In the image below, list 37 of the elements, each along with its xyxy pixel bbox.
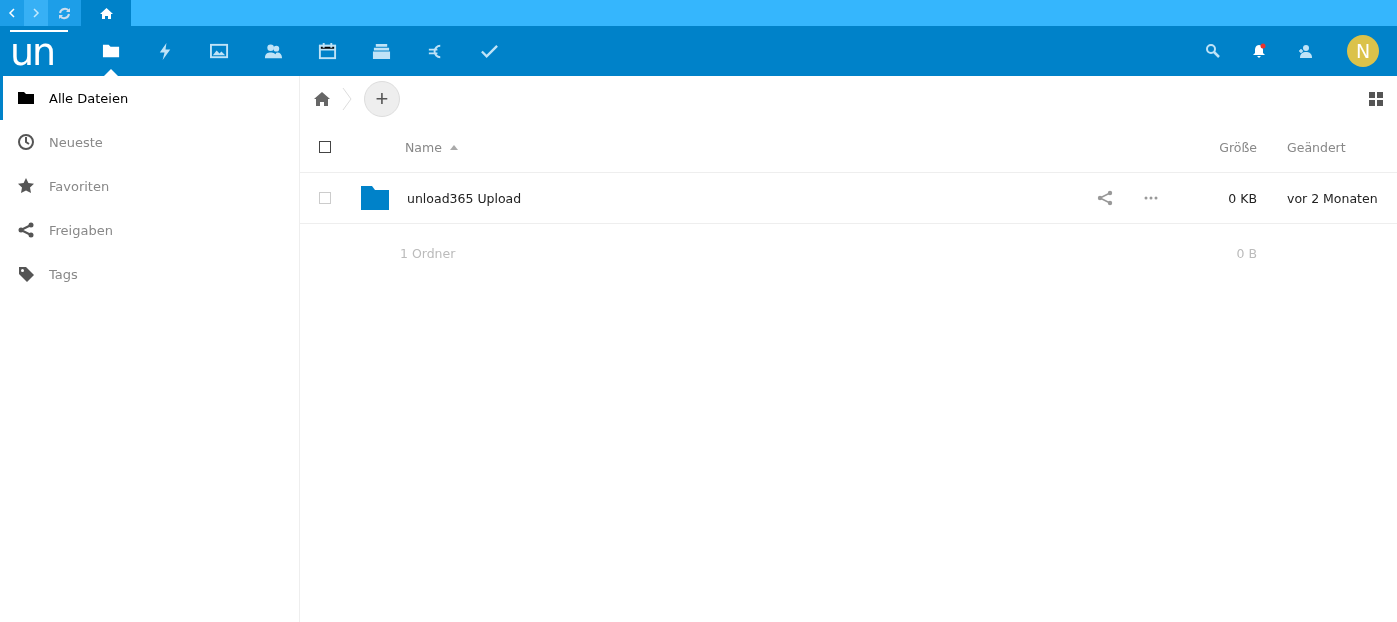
home-icon: [99, 7, 113, 19]
home-icon[interactable]: [314, 91, 330, 107]
bell-icon[interactable]: [1251, 43, 1267, 59]
back-button[interactable]: [0, 0, 24, 26]
chevron-right-icon: [32, 8, 40, 18]
sidebar-item[interactable]: Favoriten: [0, 164, 299, 208]
star-icon: [17, 177, 35, 195]
clock-icon: [17, 133, 35, 151]
modified-column-header[interactable]: Geändert: [1287, 139, 1397, 155]
folder-icon: [361, 186, 389, 210]
select-all-checkbox[interactable]: [319, 141, 331, 153]
sidebar-item[interactable]: Tags: [0, 252, 299, 296]
tag-icon: [17, 265, 35, 283]
contacts-icon[interactable]: [1297, 43, 1313, 59]
home-tab[interactable]: [81, 0, 131, 26]
size-column-header[interactable]: Größe: [1187, 139, 1257, 155]
folder-icon: [17, 89, 35, 107]
grid-view-icon[interactable]: [1369, 92, 1383, 106]
file-name[interactable]: unload365 Upload: [407, 190, 522, 206]
folder-count: 1 Ordner: [400, 245, 456, 261]
file-size: 0 KB: [1227, 190, 1257, 206]
row-checkbox[interactable]: [319, 192, 331, 204]
sidebar-item[interactable]: Neueste: [0, 120, 299, 164]
refresh-button[interactable]: [48, 0, 81, 26]
share-icon: [17, 221, 35, 239]
name-column-header[interactable]: Name: [405, 139, 442, 155]
file-modified: vor 2 Monaten: [1287, 190, 1379, 206]
chevron-left-icon: [8, 8, 16, 18]
logo[interactable]: un: [10, 30, 69, 72]
refresh-icon: [58, 6, 71, 20]
sidebar-item[interactable]: Alle Dateien: [0, 76, 299, 120]
sidebar-item[interactable]: Freigaben: [0, 208, 299, 252]
share-icon[interactable]: [1097, 190, 1113, 206]
new-button[interactable]: +: [364, 81, 400, 117]
total-size: 0 B: [1235, 245, 1257, 261]
breadcrumb-separator-icon: [342, 87, 352, 111]
search-icon[interactable]: [1205, 43, 1221, 59]
